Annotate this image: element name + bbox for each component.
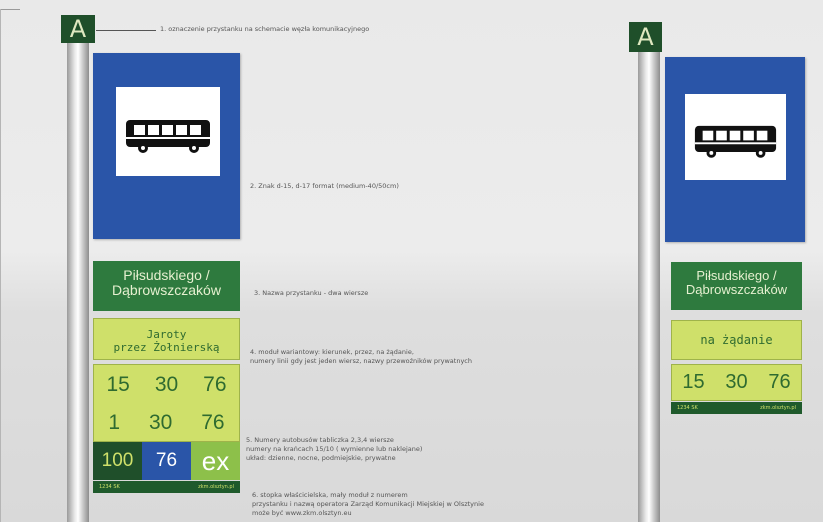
right-pole bbox=[638, 48, 660, 522]
line-number: 30 bbox=[154, 373, 179, 396]
left-bus-stop-sign bbox=[93, 53, 240, 239]
left-line-numbers-module: 15 30 76 1 30 76 bbox=[93, 364, 240, 442]
note-5-line2: numery na krańcach 15/10 ( wymienne lub … bbox=[246, 444, 423, 453]
right-footer-website: zkm.olsztyn.pl bbox=[760, 405, 796, 411]
frame-line-left bbox=[0, 9, 1, 522]
line-number: 1 bbox=[108, 411, 121, 434]
line-number: 30 bbox=[725, 371, 748, 393]
left-numbers-row-2: 1 30 76 bbox=[94, 411, 239, 435]
right-stop-letter: A bbox=[629, 22, 662, 52]
left-footer-stop-number: 1234 SK bbox=[99, 484, 120, 490]
frame-line-top bbox=[0, 9, 20, 10]
blue-line-cell: 76 bbox=[142, 442, 191, 480]
line-number: 30 bbox=[148, 411, 173, 434]
right-sign-white-panel bbox=[685, 94, 786, 180]
left-special-lines-row: 100 76 ex bbox=[93, 442, 240, 480]
bus-icon bbox=[126, 120, 210, 153]
left-variant-module: Jaroty przez Żołnierską bbox=[93, 318, 240, 360]
note-5-line1: 5. Numery autobusów tabliczka 2,3,4 wier… bbox=[246, 436, 394, 444]
left-sign-white-panel bbox=[116, 87, 220, 176]
note-4: 4. moduł wariantowy: kierunek, przez, na… bbox=[250, 348, 472, 366]
note-6-line3: może być www.zkm.olsztyn.eu bbox=[252, 508, 352, 517]
line-number: 76 bbox=[203, 373, 227, 396]
line-number: 76 bbox=[768, 371, 791, 393]
line-number: 15 bbox=[106, 373, 130, 396]
right-stop-name-module: Piłsudskiego / Dąbrowszczaków bbox=[671, 262, 802, 310]
right-bus-stop-sign bbox=[665, 57, 805, 242]
note-5-line3: układ: dzienne, nocne, podmiejskie, pryw… bbox=[246, 453, 396, 462]
note-3: 3. Nazwa przystanku - dwa wiersze bbox=[254, 289, 369, 297]
left-stop-name-line1: Piłsudskiego / bbox=[123, 267, 210, 283]
right-stop-name-line1: Piłsudskiego / bbox=[696, 268, 777, 283]
note-6-line2: przystanku i nazwą operatora Zarząd Komu… bbox=[252, 499, 484, 508]
note-6: 6. stopka właścicielska, mały moduł z nu… bbox=[252, 491, 484, 517]
right-stop-name-line2: Dąbrowszczaków bbox=[685, 281, 788, 297]
left-stop-name-module: Piłsudskiego / Dąbrowszczaków bbox=[93, 261, 240, 311]
left-numbers-row-1: 15 30 76 bbox=[94, 373, 239, 397]
left-variant-line2: przez Żołnierską bbox=[113, 341, 220, 354]
note-2: 2. Znak d-15, d-17 format (medium-40/50c… bbox=[250, 182, 399, 190]
note-6-line1: 6. stopka właścicielska, mały moduł z nu… bbox=[252, 491, 408, 499]
right-footer-stop-number: 1234 SK bbox=[677, 405, 698, 411]
express-line-cell: ex bbox=[191, 442, 240, 480]
left-stop-letter: A bbox=[61, 15, 95, 43]
left-stop-name-line2: Dąbrowszczaków bbox=[112, 281, 221, 298]
left-footer-website: zkm.olsztyn.pl bbox=[198, 484, 234, 490]
left-variant-line1: Jaroty bbox=[146, 328, 187, 341]
right-numbers-row-1: 15 30 76 bbox=[672, 371, 801, 394]
right-line-numbers-module: 15 30 76 bbox=[671, 364, 802, 401]
note-1: 1. oznaczenie przystanku na schemacie wę… bbox=[160, 25, 370, 33]
bus-icon bbox=[694, 125, 777, 158]
line-number: 15 bbox=[682, 371, 705, 393]
note-5: 5. Numery autobusów tabliczka 2,3,4 wier… bbox=[246, 436, 422, 462]
note-4-line1: 4. moduł wariantowy: kierunek, przez, na… bbox=[250, 348, 414, 356]
line-number: 76 bbox=[201, 411, 225, 434]
left-owner-footer: 1234 SK zkm.olsztyn.pl bbox=[93, 481, 240, 493]
night-line-cell: 100 bbox=[93, 442, 142, 480]
note-4-line2: numery linii gdy jest jeden wiersz, nazw… bbox=[250, 356, 473, 365]
left-pole bbox=[67, 40, 89, 522]
note-1-leader bbox=[96, 30, 156, 31]
right-variant-text: na żądanie bbox=[700, 333, 773, 347]
right-owner-footer: 1234 SK zkm.olsztyn.pl bbox=[671, 402, 802, 414]
right-variant-module: na żądanie bbox=[671, 320, 802, 360]
